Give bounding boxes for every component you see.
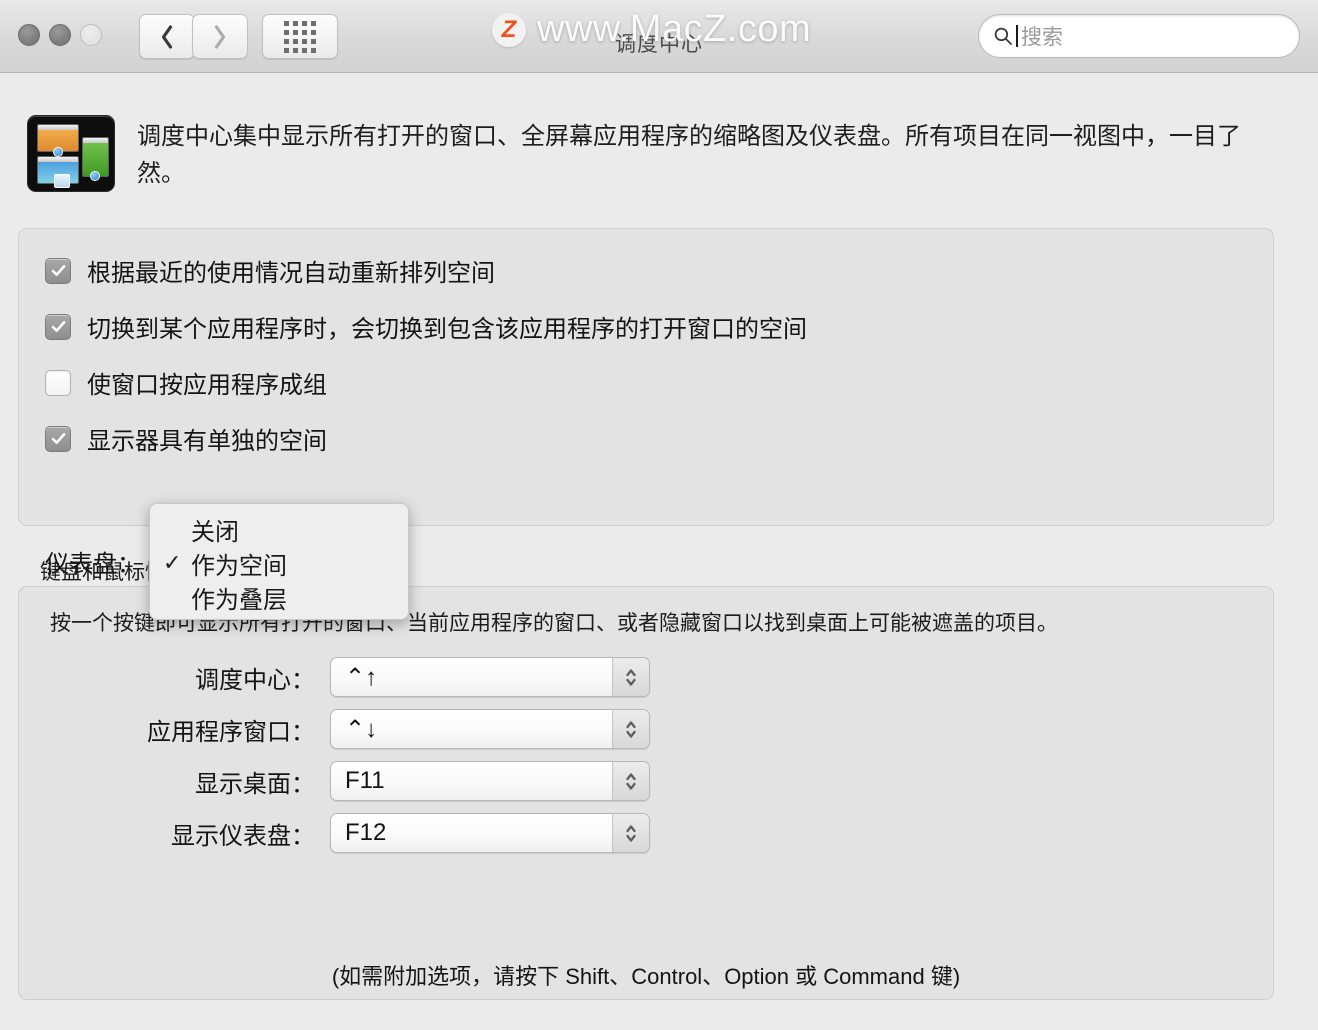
stepper-arrows-icon[interactable] (612, 762, 649, 800)
checkbox-switch-space[interactable] (45, 313, 71, 340)
options-panel: 根据最近的使用情况自动重新排列空间 切换到某个应用程序时，会切换到包含该应用程序… (18, 228, 1274, 581)
checkbox-label: 显示器具有单独的空间 (87, 428, 327, 455)
menu-item-as-space[interactable]: ✓ 作为空间 (150, 546, 408, 580)
shortcut-stepper-show-dashboard[interactable]: F12 (330, 813, 650, 853)
checkbox-row-separate-spaces[interactable]: 显示器具有单独的空间 (45, 421, 327, 456)
search-field[interactable]: 搜索 (978, 14, 1300, 58)
shortcut-row-mission-control: 调度中心： ⌃↑ (18, 657, 1274, 697)
shortcut-stepper-show-desktop[interactable]: F11 (330, 761, 650, 801)
search-placeholder: 搜索 (1021, 26, 1063, 49)
check-icon (51, 321, 65, 332)
shortcut-value: ⌃↑ (345, 663, 378, 691)
shortcut-value: F11 (345, 767, 385, 794)
mission-control-icon (27, 115, 115, 192)
checkbox-row-auto-rearrange[interactable]: 根据最近的使用情况自动重新排列空间 (45, 253, 495, 288)
text-cursor (1016, 25, 1018, 47)
check-icon (51, 433, 65, 444)
stepper-arrows-icon[interactable] (612, 814, 649, 852)
shortcut-row-show-desktop: 显示桌面： F11 (18, 761, 1274, 801)
menu-checkmark: ✓ (163, 550, 182, 575)
checkbox-row-switch-space[interactable]: 切换到某个应用程序时，会切换到包含该应用程序的打开窗口的空间 (45, 309, 807, 344)
stepper-arrows-icon[interactable] (612, 710, 649, 748)
shortcut-value: F12 (345, 819, 387, 846)
shortcut-stepper-application-windows[interactable]: ⌃↓ (330, 709, 650, 749)
menu-item-as-overlay[interactable]: ✓ 作为叠层 (150, 580, 408, 614)
menu-item-label: 作为叠层 (191, 586, 287, 614)
shortcut-label: 应用程序窗口： (147, 718, 315, 746)
checkbox-auto-rearrange[interactable] (45, 257, 71, 284)
checkbox-row-group-windows[interactable]: 使窗口按应用程序成组 (45, 365, 327, 400)
check-icon (51, 265, 65, 276)
checkbox-label: 根据最近的使用情况自动重新排列空间 (87, 260, 495, 287)
shortcut-row-show-dashboard: 显示仪表盘： F12 (18, 813, 1274, 853)
intro-description: 调度中心集中显示所有打开的窗口、全屏幕应用程序的缩略图及仪表盘。所有项目在同一视… (137, 123, 1241, 188)
shortcut-row-application-windows: 应用程序窗口： ⌃↓ (18, 709, 1274, 749)
shortcut-stepper-mission-control[interactable]: ⌃↑ (330, 657, 650, 697)
menu-item-label: 关闭 (191, 518, 239, 546)
menu-item-label: 作为空间 (191, 552, 287, 580)
checkbox-label: 使窗口按应用程序成组 (87, 372, 327, 399)
shortcut-label: 调度中心： (195, 666, 315, 694)
window-thumb-mini (54, 174, 70, 188)
preferences-content: 调度中心集中显示所有打开的窗口、全屏幕应用程序的缩略图及仪表盘。所有项目在同一视… (0, 73, 1318, 1030)
stepper-arrows-icon[interactable] (612, 658, 649, 696)
space-dot-1 (53, 147, 63, 157)
search-icon (994, 27, 1012, 45)
checkbox-group-windows[interactable] (45, 369, 71, 396)
shortcuts-note: (如需附加选项，请按下 Shift、Control、Option 或 Comma… (331, 964, 961, 989)
checkbox-separate-spaces[interactable] (45, 425, 71, 452)
menu-item-off[interactable]: ✓ 关闭 (150, 512, 408, 546)
space-dot-2 (90, 171, 100, 181)
intro-block: 调度中心集中显示所有打开的窗口、全屏幕应用程序的缩略图及仪表盘。所有项目在同一视… (27, 115, 1257, 192)
shortcut-label: 显示仪表盘： (171, 822, 315, 850)
dashboard-dropdown-menu[interactable]: ✓ 关闭 ✓ 作为空间 ✓ 作为叠层 (149, 503, 409, 620)
shortcut-label: 显示桌面： (195, 770, 315, 798)
shortcut-value: ⌃↓ (345, 715, 378, 743)
title-bar: 调度中心 Z www.MacZ.com 搜索 (0, 0, 1318, 73)
preferences-window: 调度中心 Z www.MacZ.com 搜索 调度中心集中显示所有打开的窗口、全… (0, 0, 1318, 1030)
checkbox-label: 切换到某个应用程序时，会切换到包含该应用程序的打开窗口的空间 (87, 316, 807, 343)
